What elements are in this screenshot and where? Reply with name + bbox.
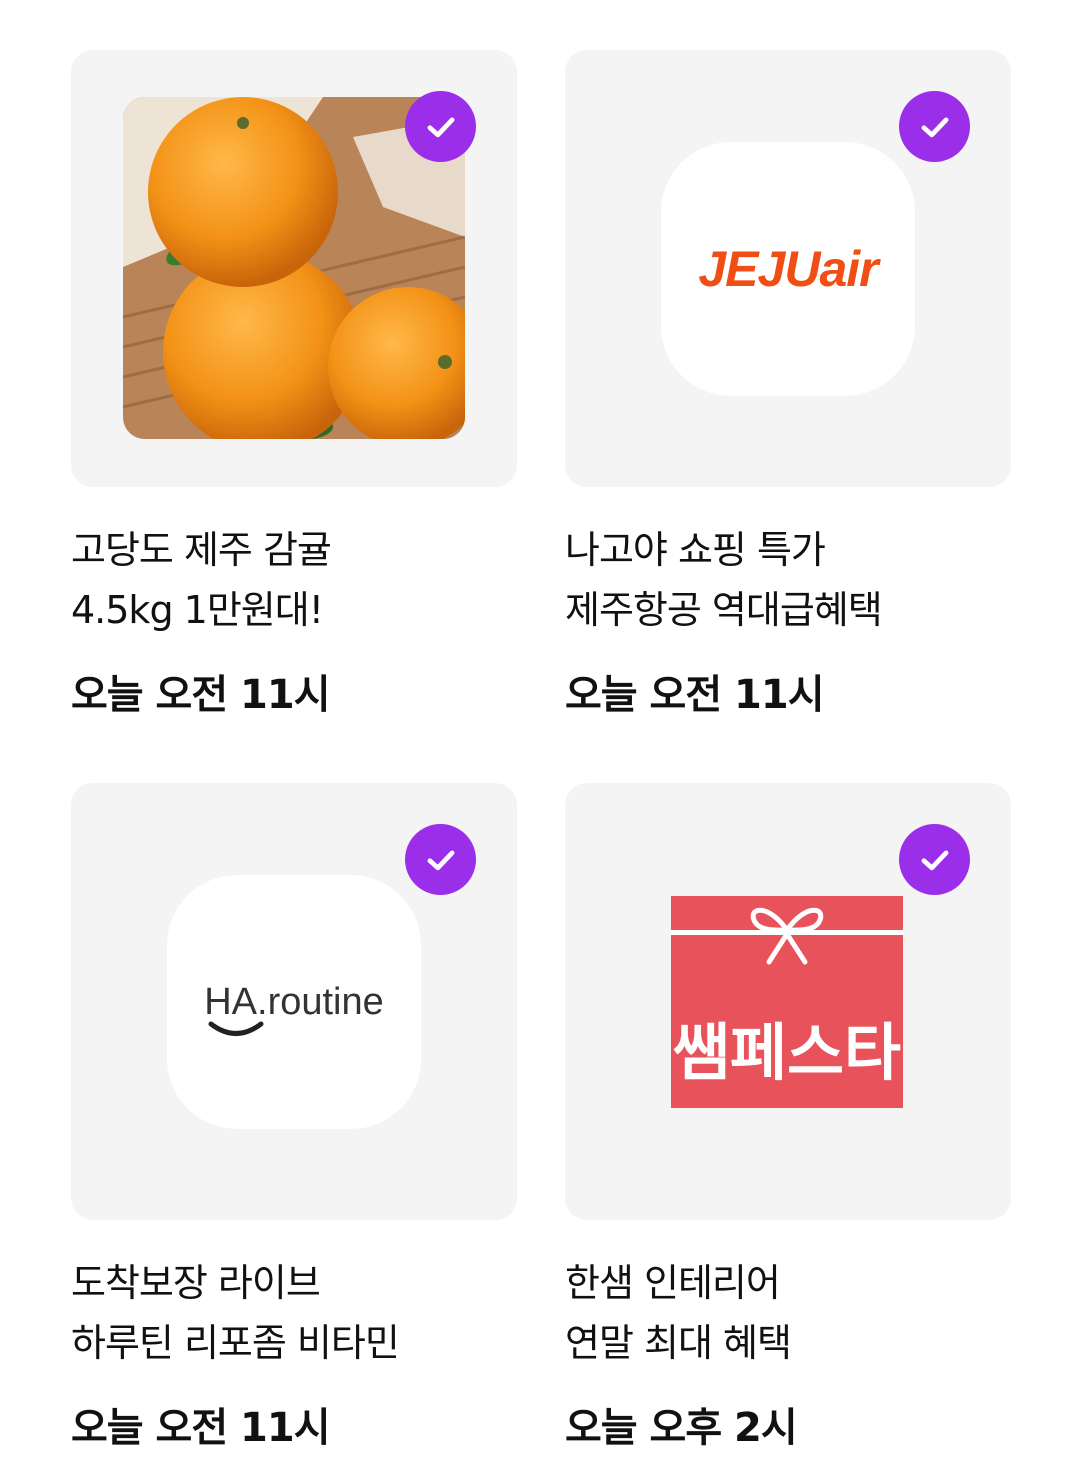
- title-line: 제주항공 역대급혜택: [565, 588, 883, 632]
- title-line: 한샘 인테리어: [565, 1261, 781, 1305]
- check-icon: [921, 117, 948, 137]
- title-line: 나고야 쇼핑 특가: [565, 528, 826, 572]
- checked-badge[interactable]: [405, 91, 476, 162]
- live-card-haroutine[interactable]: HA.routine 도착보장 라이브 하루틴 리포좀 비타민 오늘 오전 11…: [71, 783, 517, 1453]
- live-card-hanssem[interactable]: 쌤페스타 한샘 인테리어 연말 최대 혜택 오늘 오후 2시: [565, 783, 1011, 1453]
- title-line: 도착보장 라이브: [71, 1261, 321, 1305]
- broadcast-time: 오늘 오전 11시: [71, 1405, 331, 1451]
- card-thumbnail[interactable]: [71, 50, 517, 487]
- brand-logo-tile: JEJUair: [661, 142, 915, 396]
- haroutine-logo-text: HA.routine: [204, 980, 384, 1023]
- checked-badge[interactable]: [899, 824, 970, 895]
- title-line: 고당도 제주 감귤: [71, 528, 332, 572]
- live-schedule-grid: 고당도 제주 감귤 4.5kg 1만원대! 오늘 오전 11시 JEJUair …: [0, 0, 1080, 1478]
- haroutine-logo: HA.routine: [204, 980, 384, 1036]
- title-line: 하루틴 리포좀 비타민: [71, 1321, 400, 1365]
- broadcast-time: 오늘 오전 11시: [565, 672, 825, 718]
- checked-badge[interactable]: [899, 91, 970, 162]
- checked-badge[interactable]: [405, 824, 476, 895]
- svg-text:쌤페스타: 쌤페스타: [673, 1016, 901, 1089]
- title-line: 연말 최대 혜택: [565, 1321, 792, 1365]
- live-card-mandarin[interactable]: 고당도 제주 감귤 4.5kg 1만원대! 오늘 오전 11시: [71, 50, 517, 720]
- broadcast-time: 오늘 오전 11시: [71, 672, 331, 718]
- smile-icon: [208, 1021, 264, 1036]
- card-thumbnail[interactable]: HA.routine: [71, 783, 517, 1220]
- title-line: 4.5kg 1만원대!: [71, 588, 324, 632]
- card-thumbnail[interactable]: 쌤페스타: [565, 783, 1011, 1220]
- card-title: 도착보장 라이브 하루틴 리포좀 비타민: [71, 1253, 517, 1373]
- card-title: 한샘 인테리어 연말 최대 혜택: [565, 1253, 1011, 1373]
- check-icon: [427, 117, 454, 137]
- card-title: 고당도 제주 감귤 4.5kg 1만원대!: [71, 520, 517, 640]
- card-thumbnail[interactable]: JEJUair: [565, 50, 1011, 487]
- check-icon: [921, 850, 948, 870]
- broadcast-time: 오늘 오후 2시: [565, 1405, 798, 1451]
- brand-logo-tile: HA.routine: [167, 875, 421, 1129]
- check-icon: [427, 850, 454, 870]
- card-title: 나고야 쇼핑 특가 제주항공 역대급혜택: [565, 520, 1011, 640]
- jejuair-logo: JEJUair: [698, 241, 878, 297]
- ssaem-festa-logo: 쌤페스타: [671, 896, 903, 1108]
- live-card-jejuair[interactable]: JEJUair 나고야 쇼핑 특가 제주항공 역대급혜택 오늘 오전 11시: [565, 50, 1011, 720]
